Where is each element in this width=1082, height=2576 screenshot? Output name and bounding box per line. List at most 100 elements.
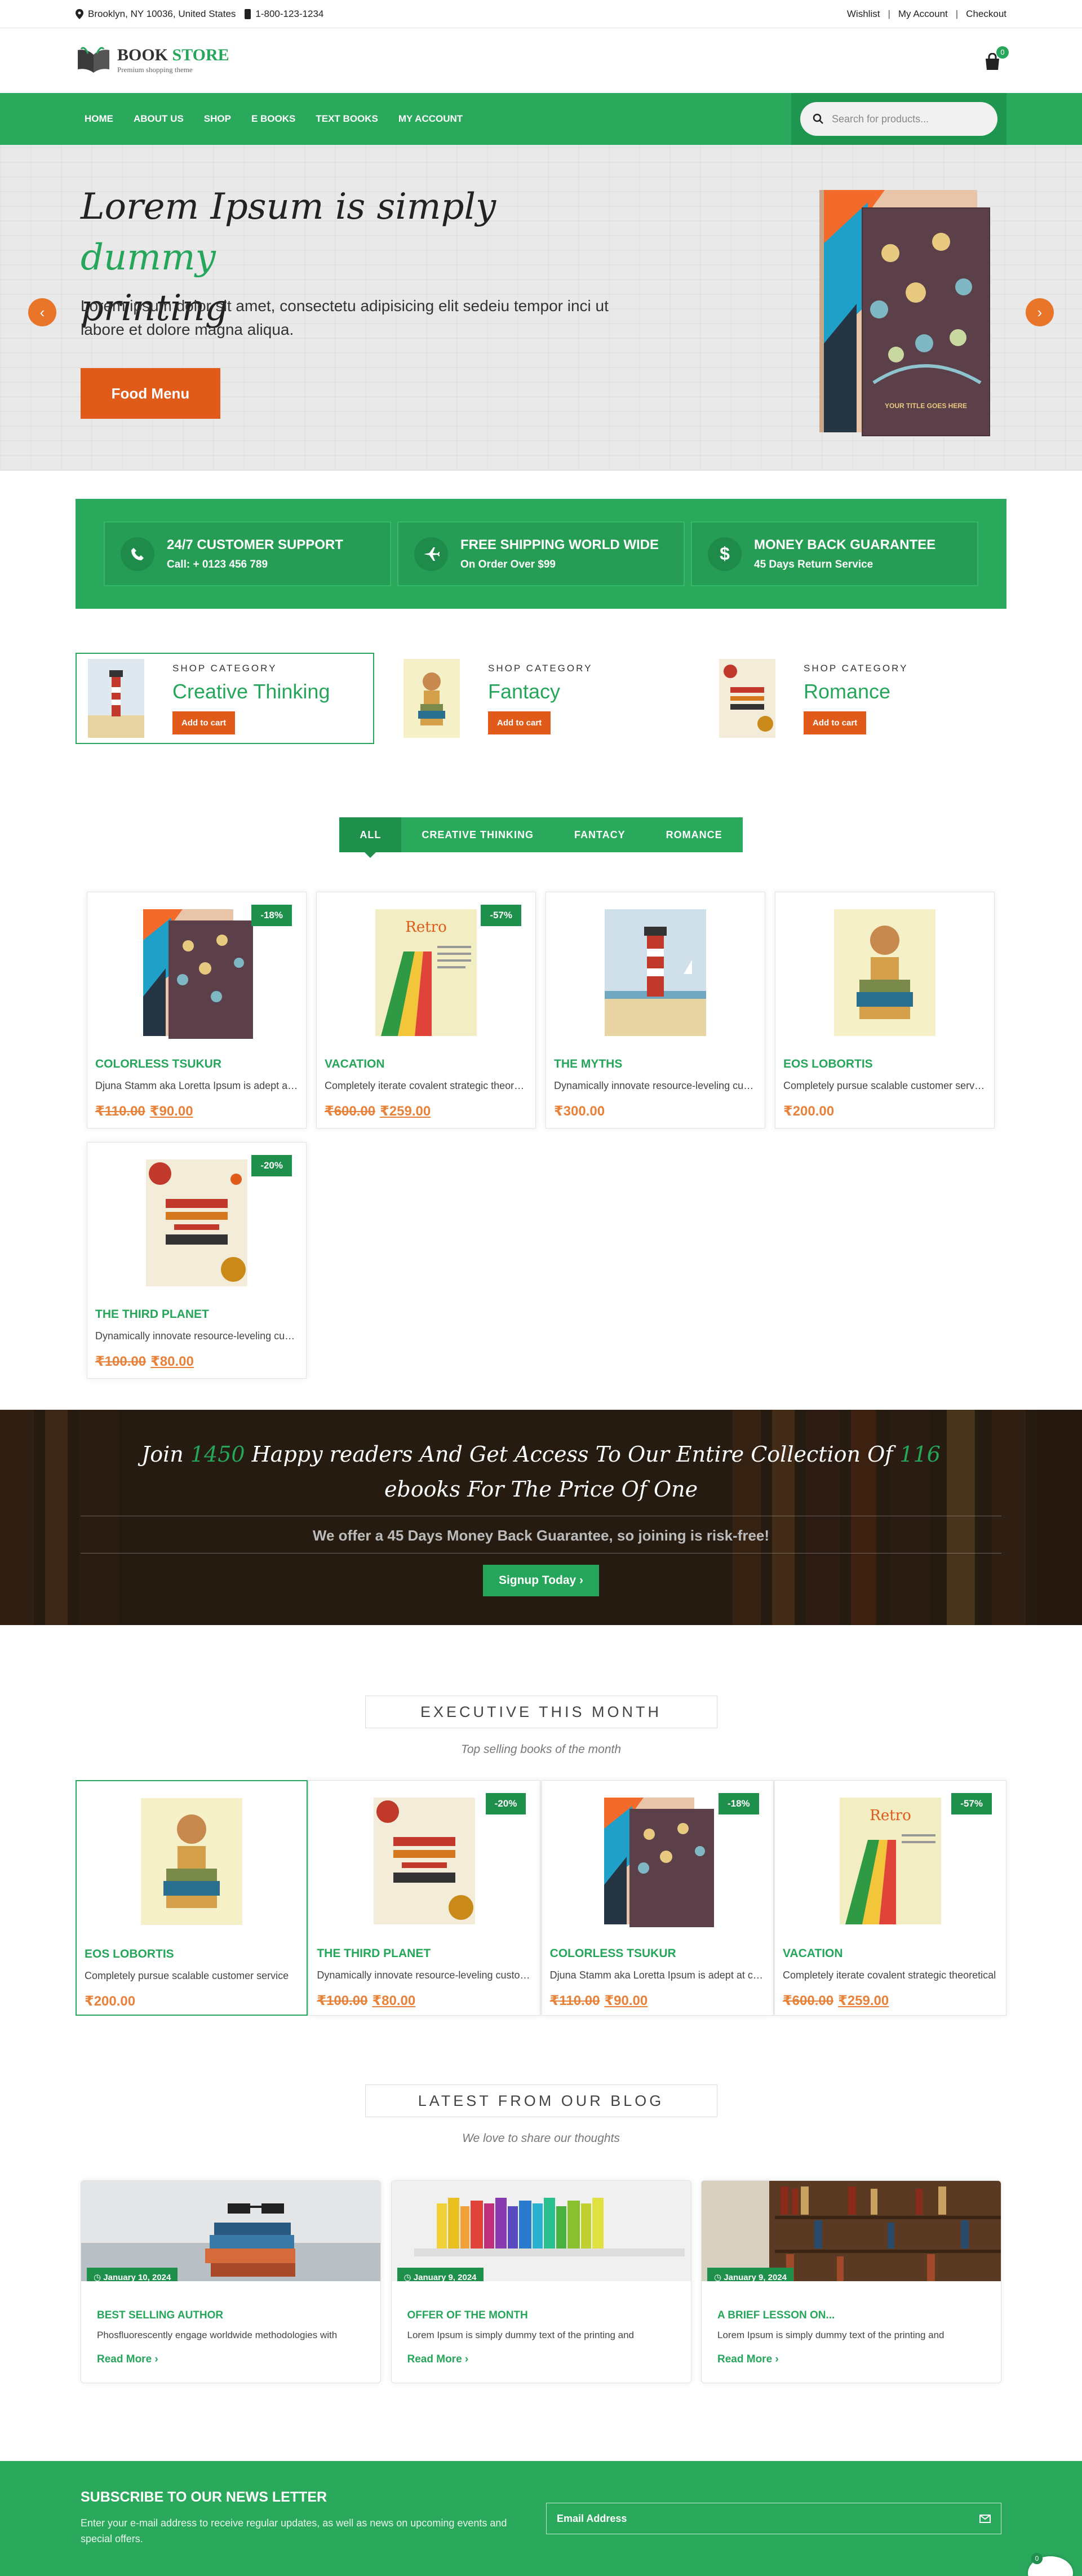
product-price: ₹600.00 ₹259.00	[325, 1104, 431, 1119]
product-grid: -18% COLORLESS TSUKUR Djuna Stamm aka Lo…	[76, 892, 1006, 1379]
category-fantacy[interactable]: SHOP CATEGORY Fantacy Add to cart	[391, 653, 690, 744]
category-label: SHOP CATEGORY	[488, 662, 593, 674]
wishlist-link[interactable]: Wishlist	[847, 8, 880, 20]
blog-image-books-glasses: ◷ January 10, 2024	[81, 2181, 380, 2281]
add-to-cart-button[interactable]: Add to cart	[172, 711, 236, 734]
blog-post[interactable]: ◷ January 9, 2024 A BRIEF LESSON ON... L…	[701, 2180, 1001, 2383]
features: 24/7 CUSTOMER SUPPORT Call: + 0123 456 78…	[76, 499, 1006, 609]
product-card[interactable]: Retro -57% VACATION Completely iterate c…	[774, 1780, 1006, 2016]
main-nav: HOME ABOUT US SHOP E BOOKS TEXT BOOKS MY…	[0, 93, 1082, 145]
blog-post[interactable]: ◷ January 10, 2024 BEST SELLING AUTHOR P…	[81, 2180, 381, 2383]
product-card[interactable]: -18% COLORLESS TSUKUR Djuna Stamm aka Lo…	[87, 892, 307, 1128]
logo[interactable]: BOOK STORE Premium shopping theme	[76, 47, 229, 75]
newsletter-title: SUBSCRIBE TO OUR NEWS LETTER	[81, 2489, 327, 2505]
cart-button[interactable]: 0	[984, 46, 1009, 72]
post-title[interactable]: OFFER OF THE MONTH	[407, 2309, 691, 2322]
category-creative-thinking[interactable]: SHOP CATEGORY Creative Thinking Add to car…	[76, 653, 374, 744]
product-card[interactable]: Retro -57% VACATION Completely iterate c…	[316, 892, 536, 1128]
discount-badge: -20%	[485, 1793, 526, 1814]
address-text: Brooklyn, NY 10036, United States	[88, 8, 236, 19]
hero-book-image: YOUR TITLE GOES HERE	[819, 190, 990, 436]
search-input[interactable]: Search for products...	[800, 102, 997, 136]
envelope-icon[interactable]	[979, 2514, 991, 2523]
nav-item-home[interactable]: HOME	[85, 113, 113, 125]
discount-badge: -57%	[481, 905, 521, 926]
chevron-right-icon: ›	[1037, 303, 1043, 321]
product-name[interactable]: EOS LOBORTIS	[783, 1057, 994, 1071]
post-title[interactable]: A BRIEF LESSON ON...	[717, 2309, 1001, 2322]
signup-button[interactable]: Signup Today ›	[483, 1565, 599, 1596]
product-name[interactable]: VACATION	[783, 1947, 1006, 1960]
add-to-cart-button[interactable]: Add to cart	[804, 711, 867, 734]
discount-badge: -18%	[251, 905, 292, 926]
product-card[interactable]: EOS LOBORTIS Completely pursue scalable …	[76, 1780, 308, 2016]
hero-slider: Lorem Ipsum is simply dummy printing Lore…	[0, 145, 1082, 471]
book-cover-boy	[834, 909, 935, 1036]
cart-count-badge: 0	[996, 46, 1009, 59]
tab-fantacy[interactable]: FANTACY	[554, 817, 646, 852]
checkout-link[interactable]: Checkout	[966, 8, 1006, 20]
product-name[interactable]: EOS LOBORTIS	[85, 1948, 307, 1961]
tab-creative-thinking[interactable]: CREATIVE THINKING	[401, 817, 554, 852]
category-name[interactable]: Fantacy	[488, 680, 592, 703]
header: BOOK STORE Premium shopping theme 0	[0, 28, 1082, 93]
category-romance[interactable]: SHOP CATEGORY Romance Add to cart	[707, 653, 1005, 744]
logo-subtitle: Premium shopping theme	[117, 65, 193, 74]
category-name[interactable]: Romance	[804, 680, 908, 703]
product-name[interactable]: THE MYTHS	[554, 1057, 765, 1071]
newsletter-text: Enter your e-mail address to receive reg…	[81, 2517, 507, 2544]
discount-badge: -18%	[718, 1793, 759, 1814]
product-card[interactable]: THE MYTHS Dynamically innovate resource-…	[546, 892, 765, 1128]
product-price: ₹110.00 ₹90.00	[95, 1104, 193, 1119]
my-account-link[interactable]: My Account	[898, 8, 948, 20]
nav-item-shop[interactable]: SHOP	[204, 113, 231, 125]
book-cover-retro: Retro	[375, 909, 477, 1036]
read-more-link[interactable]: Read More ›	[97, 2353, 380, 2366]
product-price: ₹110.00 ₹90.00	[549, 1993, 648, 2008]
slider-next-button[interactable]: ›	[1026, 298, 1054, 326]
open-book-logo-icon	[78, 46, 109, 73]
blog-post[interactable]: ◷ January 9, 2024 OFFER OF THE MONTH Lor…	[391, 2180, 691, 2383]
product-card[interactable]: EOS LOBORTIS Completely pursue scalable …	[775, 892, 995, 1128]
nav-item-about-us[interactable]: ABOUT US	[134, 113, 184, 125]
read-more-link[interactable]: Read More ›	[717, 2353, 1001, 2366]
post-title[interactable]: BEST SELLING AUTHOR	[97, 2309, 380, 2322]
category-name[interactable]: Creative Thinking	[172, 680, 330, 703]
read-more-link[interactable]: Read More ›	[407, 2353, 691, 2366]
feature-guarantee: $ MONEY BACK GUARANTEE 45 Days Return Ser…	[691, 521, 978, 586]
product-name[interactable]: THE THIRD PLANET	[95, 1308, 306, 1321]
blog-image-colorful-books: ◷ January 9, 2024	[391, 2181, 691, 2281]
tab-romance[interactable]: ROMANCE	[645, 817, 743, 852]
address: Brooklyn, NY 10036, United States	[76, 8, 236, 20]
nav-item-my-account[interactable]: MY ACCOUNT	[398, 113, 463, 125]
add-to-cart-button[interactable]: Add to cart	[488, 711, 551, 734]
product-card[interactable]: -20% THE THIRD PLANET Dynamically innova…	[87, 1142, 307, 1379]
slider-prev-button[interactable]: ‹	[28, 298, 56, 326]
hero-text: Lorem ipsum dolor sit amet, consectetu a…	[81, 297, 609, 338]
book-cover-boy	[403, 659, 460, 738]
separator: |	[955, 8, 959, 19]
nav-item-e-books[interactable]: E BOOKS	[251, 113, 295, 125]
book-cover-boy	[141, 1798, 242, 1925]
product-name[interactable]: COLORLESS TSUKUR	[95, 1057, 306, 1071]
product-name[interactable]: COLORLESS TSUKUR	[550, 1947, 773, 1960]
post-excerpt: Lorem Ipsum is simply dummy text of the …	[407, 2330, 635, 2340]
tab-all[interactable]: ALL	[339, 817, 402, 858]
dollar-icon: $	[708, 537, 742, 571]
nav-item-text-books[interactable]: TEXT BOOKS	[316, 113, 378, 125]
product-description: Dynamically innovate resource-leveling c…	[317, 1969, 533, 1981]
feature-title: FREE SHIPPING WORLD WIDE	[460, 537, 659, 552]
product-description: Dynamically innovate resource-leveling c…	[95, 1330, 298, 1342]
product-card[interactable]: -18% COLORLESS TSUKUR Djuna Stamm aka Lo…	[541, 1780, 774, 2016]
phone-text: 1-800-123-1234	[255, 8, 324, 19]
feature-shipping: FREE SHIPPING WORLD WIDE On Order Over $9…	[397, 521, 685, 586]
product-card[interactable]: -20% THE THIRD PLANET Dynamically innova…	[308, 1780, 541, 2016]
post-excerpt: Lorem Ipsum is simply dummy text of the …	[717, 2330, 944, 2340]
product-name[interactable]: VACATION	[325, 1057, 535, 1071]
food-menu-button[interactable]: Food Menu	[81, 368, 220, 419]
email-field[interactable]: Email Address	[546, 2503, 1001, 2534]
product-description: Djuna Stamm aka Loretta Ipsum is adept a…	[95, 1080, 298, 1091]
product-name[interactable]: THE THIRD PLANET	[317, 1947, 540, 1960]
book-cover-lighthouse	[605, 909, 706, 1036]
search-area: Search for products...	[791, 93, 1006, 145]
